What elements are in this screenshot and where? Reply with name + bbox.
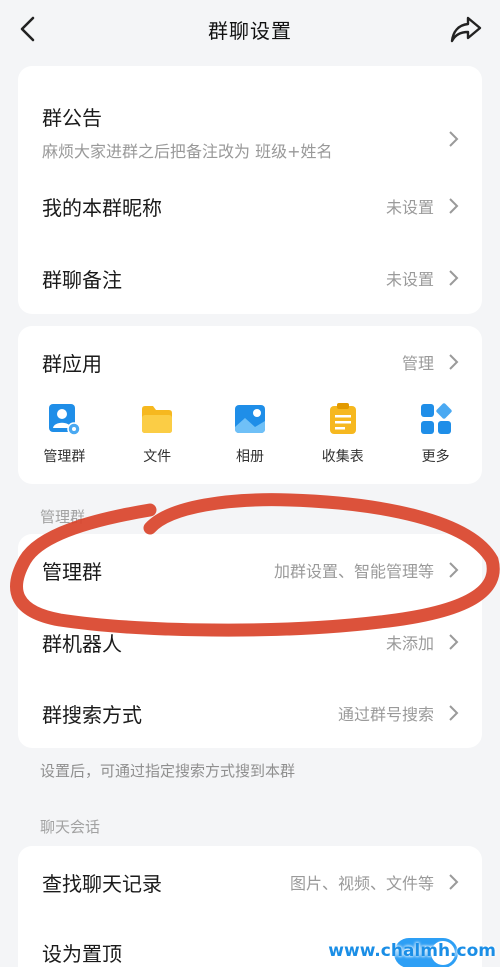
group-notice-content: 麻烦大家进群之后把备注改为 班级+姓名: [42, 142, 333, 161]
search-history-label: 查找聊天记录: [42, 871, 162, 896]
app-files[interactable]: 文件: [111, 402, 204, 466]
manage-group-icon: [49, 404, 82, 436]
group-robot-row[interactable]: 群机器人 未添加: [18, 606, 482, 678]
clipboard-icon: [329, 403, 356, 434]
chevron-right-icon: [449, 270, 459, 286]
app-label: 更多: [421, 449, 450, 465]
chevron-right-icon: [449, 131, 459, 147]
section-label-manage: 管理群: [40, 508, 86, 526]
folder-icon: [142, 406, 173, 433]
share-icon[interactable]: [450, 14, 482, 44]
watermark: www.chalmh.com: [328, 941, 496, 961]
manage-group-label: 管理群: [42, 559, 102, 584]
group-robot-value: 未添加: [385, 634, 434, 653]
app-label: 管理群: [43, 449, 86, 465]
chevron-right-icon: [449, 562, 459, 578]
group-notice-title: 群公告: [42, 106, 102, 130]
chevron-right-icon: [449, 634, 459, 650]
group-search-label: 群搜索方式: [42, 702, 142, 727]
page-title: 群聊设置: [208, 18, 292, 43]
app-manage-group[interactable]: 管理群: [18, 402, 111, 466]
app-label: 收集表: [321, 449, 364, 465]
app-label: 文件: [143, 449, 172, 465]
more-apps-icon: [420, 403, 452, 434]
group-notice-row[interactable]: 群公告 麻烦大家进群之后把备注改为 班级+姓名: [18, 66, 482, 170]
nav-bar: 群聊设置: [0, 0, 500, 58]
pin-top-label: 设为置顶: [42, 941, 122, 966]
my-nickname-row[interactable]: 我的本群昵称 未设置: [18, 170, 482, 242]
app-label: 相册: [235, 449, 264, 465]
group-search-row[interactable]: 群搜索方式 通过群号搜索: [18, 678, 482, 748]
group-apps-label: 群应用: [42, 351, 102, 376]
search-history-value: 图片、视频、文件等: [289, 874, 434, 893]
search-hint: 设置后，可通过指定搜索方式搜到本群: [40, 762, 296, 780]
section-label-chat: 聊天会话: [40, 818, 101, 836]
chevron-right-icon: [449, 705, 459, 721]
my-nickname-label: 我的本群昵称: [42, 195, 162, 220]
group-search-value: 通过群号搜索: [337, 705, 434, 724]
group-apps-manage: 管理: [401, 354, 434, 373]
group-remark-label: 群聊备注: [42, 267, 122, 292]
manage-group-row[interactable]: 管理群 加群设置、智能管理等: [18, 534, 482, 606]
group-info-card: 群公告 麻烦大家进群之后把备注改为 班级+姓名 我的本群昵称 未设置 群聊备注 …: [18, 66, 482, 314]
group-remark-row[interactable]: 群聊备注 未设置: [18, 242, 482, 314]
app-album[interactable]: 相册: [204, 402, 297, 466]
back-arrow-icon[interactable]: [14, 14, 44, 44]
group-manage-card: 管理群 加群设置、智能管理等 群机器人 未添加 群搜索方式 通过群号搜索: [18, 534, 482, 748]
manage-group-value: 加群设置、智能管理等: [273, 562, 434, 581]
group-apps-row[interactable]: 群应用 管理: [18, 326, 482, 398]
album-icon: [234, 405, 265, 433]
my-nickname-value: 未设置: [385, 198, 434, 217]
group-remark-value: 未设置: [385, 270, 434, 289]
group-apps-grid: 管理群 文件 相册 收集表 更多: [18, 402, 482, 466]
chevron-right-icon: [449, 354, 459, 370]
group-robot-label: 群机器人: [42, 631, 122, 656]
app-collect-form[interactable]: 收集表: [296, 402, 389, 466]
chevron-right-icon: [449, 874, 459, 890]
chevron-right-icon: [449, 198, 459, 214]
app-more[interactable]: 更多: [389, 402, 482, 466]
group-apps-card: 群应用 管理 管理群 文件 相册 收集表 更多: [18, 326, 482, 484]
search-history-row[interactable]: 查找聊天记录 图片、视频、文件等: [18, 846, 482, 918]
